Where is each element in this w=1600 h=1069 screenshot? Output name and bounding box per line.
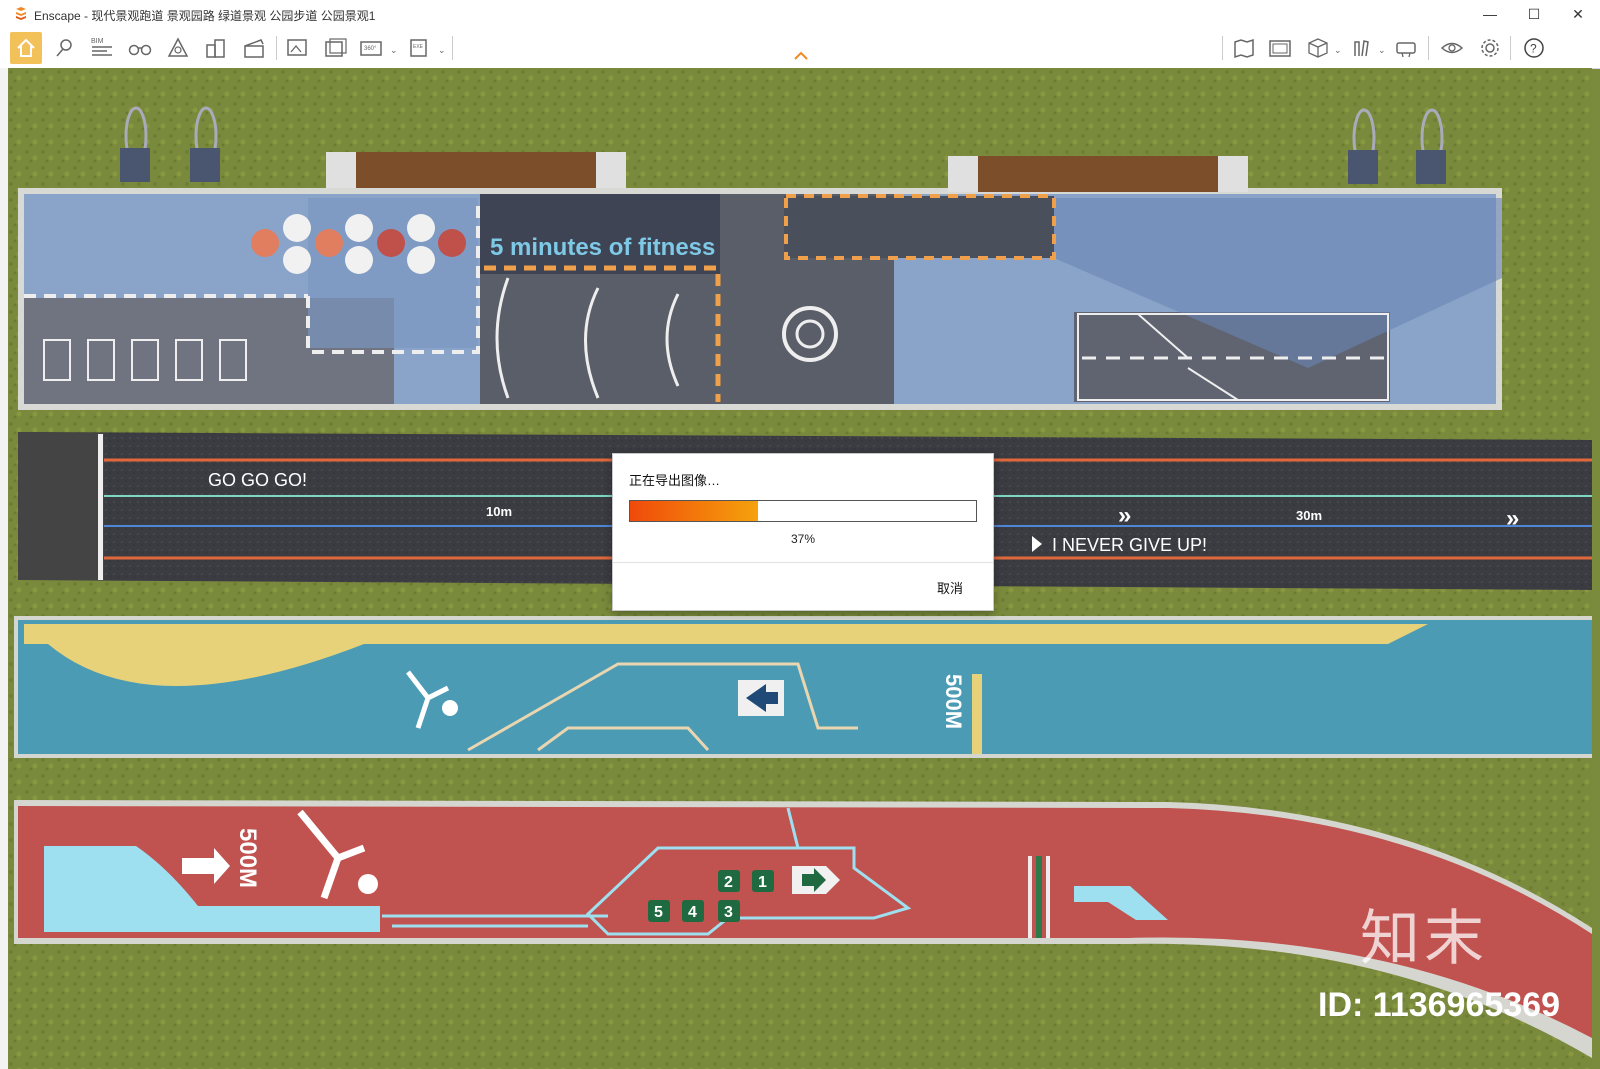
bim-button[interactable]: BIM [86,32,118,64]
pin-button[interactable] [48,32,80,64]
exe-export-icon: EXE [410,39,427,57]
media-button[interactable] [1264,32,1296,64]
svg-text:»: » [1506,505,1519,532]
svg-text:EXE: EXE [413,44,424,50]
distance-10m: 10m [486,504,512,519]
cube-icon [1308,38,1328,58]
panorama-export-icon: 360° [360,41,382,56]
map-button[interactable] [1228,32,1260,64]
asset-library-icon [1354,40,1369,57]
svg-text:?: ? [1530,42,1537,56]
vr-headset-icon [1396,42,1416,58]
fitness-court: 5 minutes of fitness [18,188,1502,410]
export-image-button[interactable] [282,32,314,64]
bim-icon: BIM [91,38,112,56]
close-button[interactable]: ✕ [1556,0,1600,28]
hierarchy-icon [167,37,189,57]
dialog-divider [613,562,993,563]
watermark-logo: 知末 [1360,904,1488,974]
hierarchy-button[interactable] [162,32,194,64]
cube-button[interactable] [1302,32,1334,64]
lane-marker: 1 [758,874,767,891]
distance-500m-red: 500M [234,828,261,888]
media-icon [1269,40,1291,57]
lane-marker: 4 [688,904,697,921]
batch-export-icon [325,38,347,57]
lane-marker: 5 [654,904,663,921]
svg-text:360°: 360° [364,46,377,52]
clapper-button[interactable] [238,32,270,64]
bench-wood [356,152,596,188]
lane-marker: 2 [724,874,733,891]
go-text: GO GO GO! [208,470,307,490]
dialog-title: 正在导出图像… [629,473,721,488]
toolbar-separator [1222,36,1223,60]
chevron-down-icon[interactable]: ⌄ [438,45,446,56]
map-icon [1234,38,1254,59]
fitness-title: 5 minutes of fitness [490,234,715,261]
eye-button[interactable] [1436,32,1468,64]
title-bar: Enscape - 现代景观跑道 景观园路 绿道景观 公园步道 公园景观1 — … [0,0,1600,29]
toolbar-separator [276,36,277,60]
chevron-down-icon[interactable]: ⌄ [390,45,398,56]
clapper-icon [244,39,264,58]
chevron-down-icon[interactable]: ⌄ [1378,45,1386,56]
home-button[interactable] [10,32,42,64]
distance-30m: 30m [1296,508,1322,523]
window-title: Enscape - 现代景观跑道 景观园路 绿道景观 公园步道 公园景观1 [34,9,376,23]
maximize-button[interactable]: ☐ [1512,0,1556,28]
binoculars-icon [128,44,152,56]
progress-percent: 37% [790,532,816,546]
help-icon: ? [1524,38,1544,58]
progress-fill [630,501,759,521]
toolbar-separator [1428,36,1429,60]
asset-library-button[interactable] [1346,32,1378,64]
home-icon [17,38,35,57]
left-window-edge [0,68,8,1069]
eye-icon [1440,42,1464,54]
toolbar-separator [452,36,453,60]
gear-icon [1481,39,1499,57]
distance-500m-blue: 500M [941,674,966,729]
vr-headset-button[interactable] [1390,32,1422,64]
panorama-export-button[interactable]: 360° [356,32,388,64]
export-progress-bar [629,500,977,522]
exe-export-button[interactable]: EXE [404,32,436,64]
lane-marker: 3 [724,904,733,921]
never-text: I NEVER GIVE UP! [1052,535,1207,555]
main-toolbar: BIM 360° ⌄ EXE ⌄ ⌄ ⌄ ? [0,28,1600,69]
batch-export-button[interactable] [320,32,352,64]
buildings-icon [206,39,225,58]
blue-track: 500M [14,616,1592,758]
enscape-logo-icon [16,7,26,20]
cancel-button[interactable]: 取消 [937,578,963,597]
export-image-icon [287,39,307,56]
bench-wood [978,156,1218,192]
buildings-button[interactable] [200,32,232,64]
bim-label: BIM [91,38,104,45]
minimize-button[interactable]: — [1468,0,1512,28]
toolbar-separator [1510,36,1511,60]
pin-icon [56,39,72,57]
export-progress-dialog: 正在导出图像… 37% 取消 [612,453,994,611]
settings-button[interactable] [1474,32,1506,64]
chevron-down-icon[interactable]: ⌄ [1334,45,1342,56]
svg-text:»: » [1118,502,1131,529]
binoculars-button[interactable] [124,32,156,64]
collapse-toolbar-icon[interactable] [793,50,809,62]
watermark-id: ID: 1136965369 [1318,986,1560,1024]
help-button[interactable]: ? [1518,32,1550,64]
